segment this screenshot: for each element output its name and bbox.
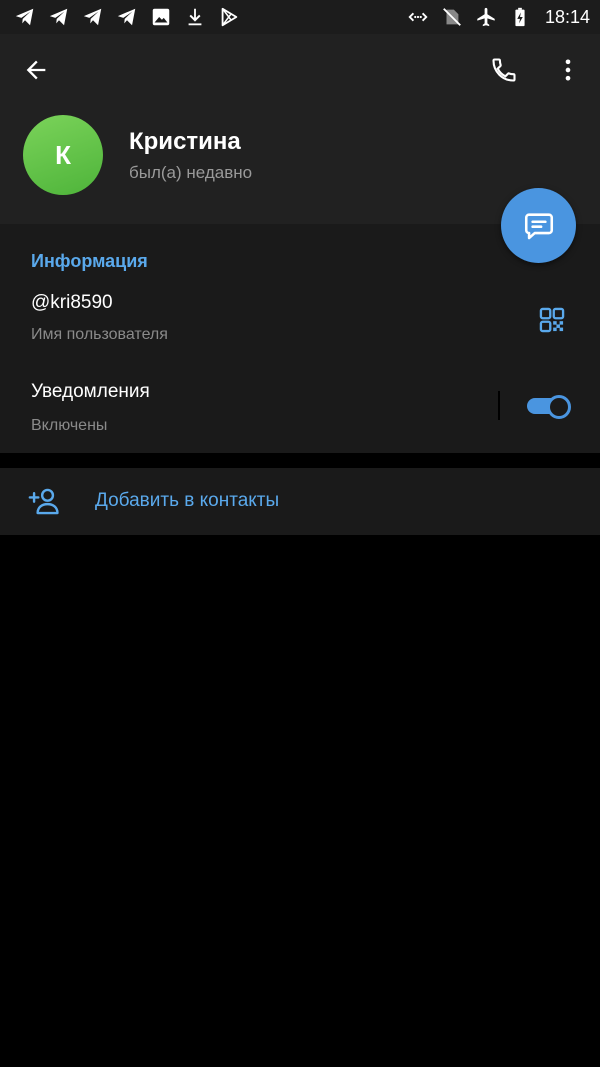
image-icon: [150, 6, 172, 28]
send-message-button[interactable]: [501, 188, 576, 263]
profile-last-seen: был(а) недавно: [129, 163, 253, 182]
phone-icon: [492, 58, 516, 82]
more-options-button[interactable]: [552, 54, 584, 86]
notifications-status: Включены: [31, 417, 108, 434]
toggle-knob: [547, 395, 571, 419]
username-caption: Имя пользователя: [31, 326, 168, 343]
telegram-icon: [82, 6, 104, 28]
add-to-contacts-button[interactable]: Добавить в контакты: [0, 468, 600, 535]
username-value: @kri8590: [31, 292, 113, 313]
message-icon: [524, 212, 553, 239]
notifications-label: Уведомления: [31, 381, 150, 402]
profile-screen: 18:14 К Кристина был(а) недавно Информац…: [0, 0, 600, 1067]
back-button[interactable]: [20, 54, 52, 86]
profile-name: Кристина: [129, 128, 241, 155]
qr-code-icon: [539, 307, 565, 333]
section-title: Информация: [31, 251, 148, 271]
data-saver-icon: [407, 6, 429, 28]
add-to-contacts-label: Добавить в контакты: [95, 490, 280, 511]
telegram-icon: [116, 6, 138, 28]
more-vertical-icon: [565, 59, 571, 81]
avatar-letter: К: [55, 139, 71, 170]
status-bar-notifications: [14, 6, 240, 28]
avatar[interactable]: К: [23, 115, 103, 195]
row-divider: [498, 391, 500, 420]
status-time: 18:14: [544, 6, 590, 27]
status-bar-system: 18:14: [407, 6, 590, 28]
no-sim-icon: [441, 6, 463, 28]
arrow-left-icon: [26, 60, 46, 80]
info-section: Информация @kri8590 Имя пользователя Уве…: [0, 224, 600, 453]
notifications-toggle[interactable]: [527, 395, 571, 419]
download-icon: [184, 6, 206, 28]
add-user-icon: [27, 484, 61, 518]
status-bar: 18:14: [0, 0, 600, 34]
play-store-icon: [218, 6, 240, 28]
qr-code-button[interactable]: [536, 304, 568, 336]
call-button[interactable]: [488, 54, 520, 86]
telegram-icon: [48, 6, 70, 28]
telegram-icon: [14, 6, 36, 28]
profile-header: К Кристина был(а) недавно: [0, 34, 600, 224]
airplane-icon: [475, 6, 497, 28]
battery-charging-icon: [509, 6, 531, 28]
